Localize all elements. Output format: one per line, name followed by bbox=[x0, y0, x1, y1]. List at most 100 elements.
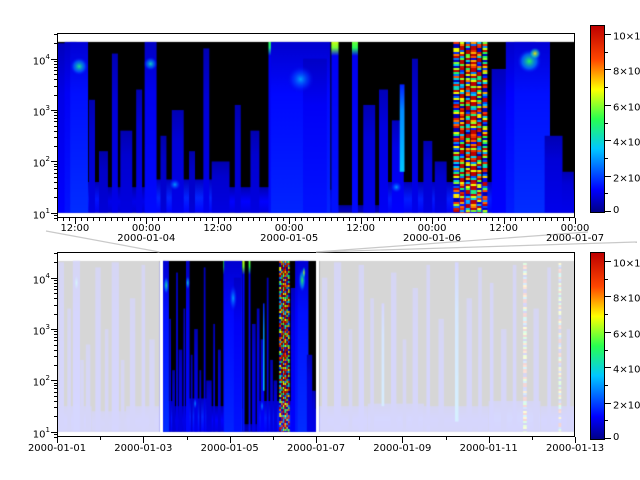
colorbar-tick-label: 4×107 bbox=[613, 361, 640, 375]
x-minor-tick-zoom bbox=[283, 218, 284, 221]
x-minor-tick-zoom bbox=[164, 218, 165, 221]
x-minor-tick-zoom bbox=[63, 218, 64, 221]
x-minor-tick-zoom bbox=[194, 218, 195, 221]
x-tick-date-label: 2000-01-01 bbox=[21, 443, 93, 454]
x-minor-tick-zoom bbox=[355, 218, 356, 221]
colorbar-major-tick bbox=[605, 403, 611, 404]
x-tick-date-label: 2000-01-04 bbox=[110, 233, 182, 244]
y-minor-tick bbox=[54, 166, 57, 167]
x-minor-tick-zoom bbox=[480, 218, 481, 221]
colorbar-tick-label: 8×107 bbox=[613, 63, 640, 77]
y-minor-tick bbox=[54, 137, 57, 138]
x-minor-tick-zoom bbox=[557, 218, 558, 221]
x-tick-time-label: 12:00 bbox=[331, 223, 391, 234]
colorbar-tick-label: 2×107 bbox=[613, 397, 640, 411]
x-minor-tick-zoom bbox=[474, 218, 475, 221]
x-minor-tick-zoom bbox=[105, 218, 106, 221]
y-minor-tick bbox=[54, 70, 57, 71]
colorbar-tick-label: 10×107 bbox=[613, 255, 640, 269]
x-minor-tick-zoom bbox=[236, 218, 237, 221]
x-minor-tick-zoom bbox=[408, 218, 409, 221]
x-minor-tick-zoom bbox=[468, 218, 469, 221]
y-minor-tick bbox=[54, 283, 57, 284]
x-tick-time-label: 12:00 bbox=[188, 223, 248, 234]
x-minor-tick-context bbox=[100, 437, 101, 440]
selection-region[interactable] bbox=[160, 252, 316, 437]
y-minor-tick bbox=[54, 64, 57, 65]
x-minor-tick-zoom bbox=[551, 218, 552, 221]
colorbar-major-tick bbox=[605, 176, 611, 177]
colorbar-tick-label: 10×107 bbox=[613, 28, 640, 42]
colorbar-minor-tick bbox=[605, 385, 608, 386]
y-minor-tick bbox=[54, 345, 57, 346]
x-minor-tick-zoom bbox=[521, 218, 522, 221]
colorbar-tick-label: 0 bbox=[613, 432, 619, 443]
x-minor-tick-context bbox=[273, 437, 274, 440]
y-minor-tick bbox=[54, 350, 57, 351]
plot-canvas: 10110210310410110210310412:0000:002000-0… bbox=[0, 0, 640, 480]
y-minor-tick bbox=[54, 79, 57, 80]
x-tick-date-label: 2000-01-05 bbox=[253, 233, 325, 244]
y-minor-tick bbox=[54, 182, 57, 183]
x-tick-date-label: 2000-01-03 bbox=[107, 443, 179, 454]
colorbar-minor-tick bbox=[605, 193, 608, 194]
x-minor-tick-zoom bbox=[343, 218, 344, 221]
y-minor-tick bbox=[54, 164, 57, 165]
x-minor-tick-zoom bbox=[277, 218, 278, 221]
x-minor-tick-zoom bbox=[152, 218, 153, 221]
y-minor-tick bbox=[54, 169, 57, 170]
x-minor-tick-zoom bbox=[117, 218, 118, 221]
y-minor-tick bbox=[54, 43, 57, 44]
x-minor-tick-zoom bbox=[414, 218, 415, 221]
colorbar-major-tick bbox=[605, 69, 611, 70]
y-minor-tick bbox=[54, 385, 57, 386]
colorbar-tick-label: 2×107 bbox=[613, 170, 640, 184]
y-major-tick bbox=[51, 59, 57, 60]
colorbar-major-tick bbox=[605, 34, 611, 35]
zoom-colorbar[interactable] bbox=[590, 25, 605, 213]
x-minor-tick-zoom bbox=[140, 218, 141, 221]
y-major-tick bbox=[51, 213, 57, 214]
y-tick-label: 102 bbox=[18, 374, 50, 388]
y-minor-tick bbox=[54, 126, 57, 127]
x-minor-tick-zoom bbox=[295, 218, 296, 221]
y-major-tick bbox=[51, 278, 57, 279]
colorbar-tick-label: 0 bbox=[613, 205, 619, 216]
y-minor-tick bbox=[54, 289, 57, 290]
colorbar-major-tick bbox=[605, 438, 611, 439]
x-minor-tick-zoom bbox=[373, 218, 374, 221]
y-tick-label: 103 bbox=[18, 323, 50, 337]
x-minor-tick-zoom bbox=[134, 218, 135, 221]
x-minor-tick-zoom bbox=[515, 218, 516, 221]
x-tick-date-label: 2000-01-13 bbox=[539, 443, 611, 454]
x-minor-tick-zoom bbox=[384, 218, 385, 221]
x-minor-tick-zoom bbox=[337, 218, 338, 221]
x-tick-date-label: 2000-01-05 bbox=[194, 443, 266, 454]
y-minor-tick bbox=[54, 262, 57, 263]
colorbar-major-tick bbox=[605, 367, 611, 368]
y-minor-tick bbox=[54, 314, 57, 315]
colorbar-major-tick bbox=[605, 211, 611, 212]
zoom-spectrogram[interactable] bbox=[57, 33, 575, 218]
x-minor-tick-zoom bbox=[492, 218, 493, 221]
x-minor-tick-zoom bbox=[242, 218, 243, 221]
y-minor-tick bbox=[54, 340, 57, 341]
y-minor-tick bbox=[54, 416, 57, 417]
x-minor-tick-zoom bbox=[99, 218, 100, 221]
x-minor-tick-zoom bbox=[212, 218, 213, 221]
x-minor-tick-zoom bbox=[486, 218, 487, 221]
x-minor-tick-zoom bbox=[259, 218, 260, 221]
context-colorbar[interactable] bbox=[590, 252, 605, 440]
y-minor-tick bbox=[54, 253, 57, 254]
x-tick-date-label: 2000-01-11 bbox=[453, 443, 525, 454]
y-major-tick bbox=[51, 380, 57, 381]
x-minor-tick-zoom bbox=[510, 218, 511, 221]
x-minor-tick-zoom bbox=[111, 218, 112, 221]
context-spectrogram[interactable] bbox=[57, 252, 575, 437]
y-minor-tick bbox=[54, 286, 57, 287]
y-minor-tick bbox=[54, 197, 57, 198]
y-minor-tick bbox=[54, 337, 57, 338]
x-minor-tick-zoom bbox=[248, 218, 249, 221]
colorbar-minor-tick bbox=[605, 314, 608, 315]
colorbar-tick-label: 6×107 bbox=[613, 326, 640, 340]
